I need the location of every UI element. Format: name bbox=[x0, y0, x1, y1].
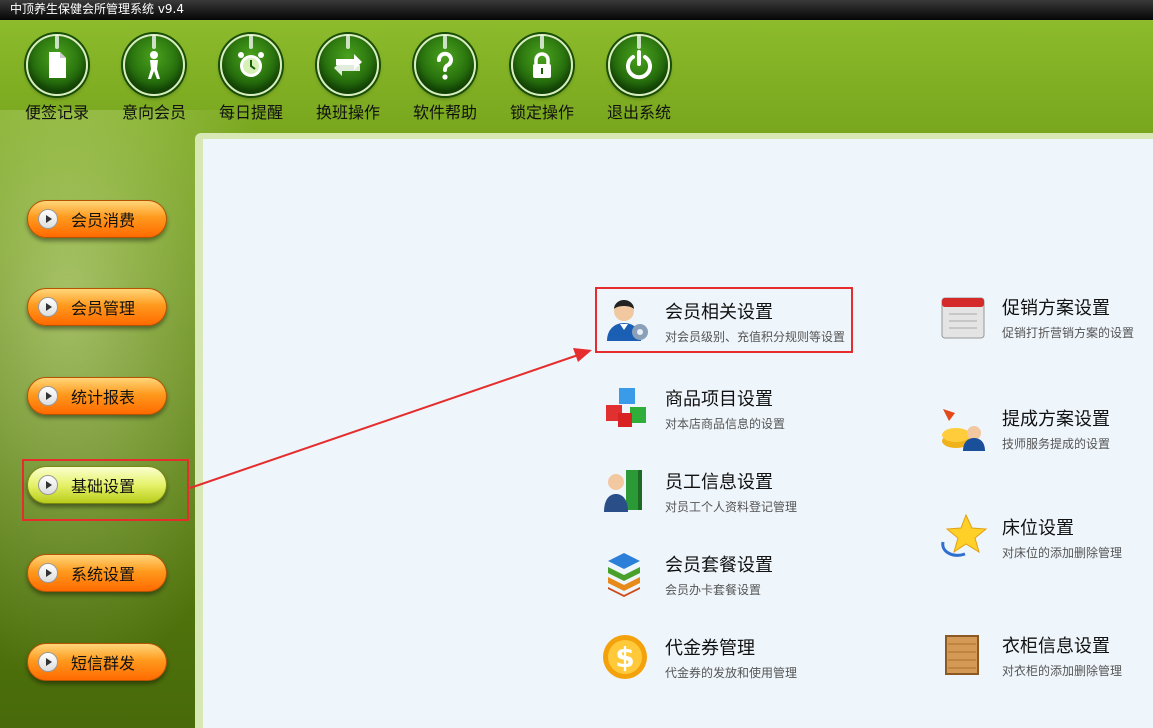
app-window: 便签记录 意向会员 每日提醒 换班操作 软件帮助 锁定操作 退出系统 会员消费 … bbox=[0, 20, 1153, 728]
annotation-arrow bbox=[189, 348, 592, 489]
window-title: 中顶养生保健会所管理系统 v9.4 bbox=[0, 0, 1153, 20]
